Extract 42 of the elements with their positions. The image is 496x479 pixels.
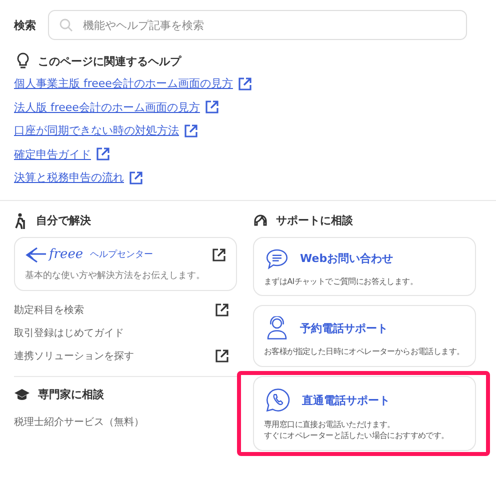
card-description: お客様が指定した日時にオペレーターからお電話します。 bbox=[264, 347, 465, 358]
section-title: このページに関連するヘルプ bbox=[38, 54, 181, 68]
help-link[interactable]: 個人事業主版 freee会計のホーム画面の見方 bbox=[14, 76, 233, 92]
headset-icon bbox=[253, 214, 268, 228]
help-center-card[interactable]: freee ヘルプセンター 基本的な使い方や解決方法をお伝えします。 bbox=[14, 236, 237, 291]
phone-bubble-icon bbox=[265, 388, 291, 413]
support-link[interactable]: 勘定科目を検索 bbox=[14, 303, 84, 318]
external-link-icon bbox=[212, 248, 226, 262]
logo-text: freee bbox=[49, 247, 84, 262]
card-title: ヘルプセンター bbox=[90, 248, 154, 261]
support-link[interactable]: 連携ソリューションを探す bbox=[14, 349, 134, 364]
support-card[interactable]: 予約電話サポート お客様が指定した日時にオペレーターからお電話します。 bbox=[253, 305, 476, 368]
chat-bubble-icon bbox=[265, 248, 289, 270]
external-link-icon bbox=[204, 100, 219, 114]
help-link[interactable]: 口座が同期できない時の対処方法 bbox=[14, 123, 179, 138]
card-description: まずはAIチャットでご質問にお答えします。 bbox=[264, 276, 419, 288]
graduation-cap-icon bbox=[14, 388, 30, 402]
external-link-icon bbox=[184, 124, 198, 138]
search-field[interactable]: 機能やヘルプ記事を検索 bbox=[48, 10, 467, 40]
support-link[interactable]: 取引登録はじめてガイド bbox=[14, 326, 124, 340]
external-link-icon bbox=[96, 147, 110, 162]
help-link[interactable]: 確定申告ガイド bbox=[14, 146, 91, 162]
section-title: 専門家に相談 bbox=[38, 387, 104, 402]
card-title: 予約電話サポート bbox=[300, 320, 388, 336]
card-description: 専用窓口に直接お電話いただけます。 bbox=[264, 420, 396, 431]
operator-icon bbox=[265, 316, 289, 340]
section-title: 自分で解決 bbox=[36, 213, 91, 228]
external-link-icon bbox=[238, 76, 252, 91]
support-card[interactable]: 直通電話サポート 専用窓口に直接お電話いただけます。 すぐにオペレーターと話したい場合におすすめです。 bbox=[253, 376, 476, 451]
card-description: すぐにオペレーターと話したい場合におすすめです。 bbox=[264, 430, 450, 442]
card-title: Webお問い合わせ bbox=[300, 251, 394, 266]
support-card[interactable]: Webお問い合わせ まずはAIチャットでご質問にお答えします。 bbox=[253, 236, 476, 296]
help-link[interactable]: 決算と税務申告の流れ bbox=[14, 170, 124, 186]
card-title: 直通電話サポート bbox=[302, 392, 390, 408]
hiker-icon bbox=[14, 212, 28, 228]
lightbulb-icon bbox=[16, 52, 30, 70]
section-title: サポートに相談 bbox=[276, 213, 353, 228]
support-link[interactable]: 税理士紹介サービス（無料） bbox=[14, 415, 144, 430]
help-link[interactable]: 法人版 freee会計のホーム画面の見方 bbox=[14, 100, 200, 115]
card-description: 基本的な使い方や解決方法をお伝えします。 bbox=[25, 270, 206, 282]
search-label: 検索 bbox=[14, 18, 36, 32]
external-link-icon bbox=[129, 170, 143, 185]
